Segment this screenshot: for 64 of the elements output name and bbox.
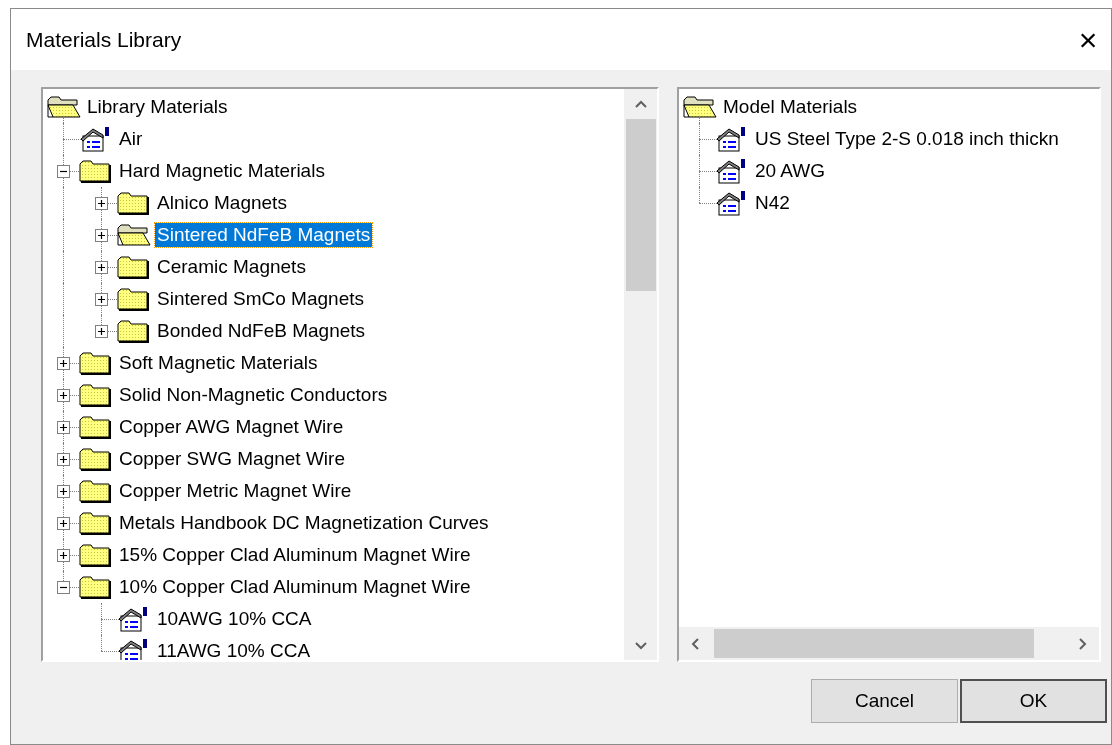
- expand-icon[interactable]: [95, 292, 108, 306]
- tree-item[interactable]: Bonded NdFeB Magnets: [155, 319, 368, 343]
- tree-item[interactable]: Library Materials: [85, 95, 230, 119]
- scroll-up-icon[interactable]: [634, 100, 647, 108]
- folder-icon: [117, 287, 151, 311]
- tree-item[interactable]: 20 AWG: [753, 159, 828, 183]
- tree-item[interactable]: N42: [753, 191, 792, 215]
- expand-icon[interactable]: [57, 516, 70, 530]
- tree-item[interactable]: Copper AWG Magnet Wire: [117, 415, 346, 439]
- tree-item[interactable]: Model Materials: [721, 95, 860, 119]
- scrollbar-thumb[interactable]: [625, 119, 656, 291]
- scrollbar-thumb[interactable]: [714, 629, 1034, 658]
- folder-icon: [79, 383, 113, 407]
- folder-icon: [117, 319, 151, 343]
- folder-icon: [79, 543, 113, 567]
- tree-item[interactable]: US Steel Type 2-S 0.018 inch thickn: [753, 127, 1061, 151]
- vertical-scrollbar[interactable]: [624, 89, 657, 660]
- close-button[interactable]: ×: [1073, 24, 1103, 55]
- scroll-down-icon[interactable]: [634, 642, 647, 650]
- folder-icon: [79, 351, 113, 375]
- expand-icon[interactable]: [95, 228, 108, 242]
- expand-icon[interactable]: [57, 548, 70, 562]
- expand-icon[interactable]: [95, 260, 108, 274]
- expand-icon[interactable]: [57, 388, 70, 402]
- collapse-icon[interactable]: [57, 164, 70, 178]
- folder-icon: [79, 575, 113, 599]
- open-folder-icon: [47, 95, 81, 119]
- horizontal-scrollbar[interactable]: [679, 627, 1099, 660]
- window-title: Materials Library: [26, 26, 182, 53]
- open-folder-icon: [683, 95, 717, 119]
- tree-item[interactable]: 10% Copper Clad Aluminum Magnet Wire: [117, 575, 473, 599]
- tree-item[interactable]: Copper SWG Magnet Wire: [117, 447, 347, 471]
- tree-item[interactable]: Copper Metric Magnet Wire: [117, 479, 354, 503]
- folder-icon: [117, 255, 151, 279]
- scroll-right-icon[interactable]: [1079, 637, 1087, 650]
- tree-item[interactable]: 11AWG 10% CCA: [155, 639, 313, 660]
- tree-item[interactable]: Sintered NdFeB Magnets: [155, 223, 373, 247]
- tree-item[interactable]: Alnico Magnets: [155, 191, 289, 215]
- cancel-button[interactable]: Cancel: [811, 679, 958, 723]
- folder-icon: [79, 447, 113, 471]
- folder-icon: [79, 415, 113, 439]
- folder-icon: [117, 191, 151, 215]
- scroll-left-icon[interactable]: [691, 637, 699, 650]
- expand-icon[interactable]: [95, 196, 108, 210]
- tree-item[interactable]: 10AWG 10% CCA: [155, 607, 314, 631]
- tree-item[interactable]: Soft Magnetic Materials: [117, 351, 320, 375]
- tree-item[interactable]: 15% Copper Clad Aluminum Magnet Wire: [117, 543, 473, 567]
- folder-icon: [79, 511, 113, 535]
- collapse-icon[interactable]: [57, 580, 70, 594]
- tree-item[interactable]: Hard Magnetic Materials: [117, 159, 327, 183]
- ok-button[interactable]: OK: [960, 679, 1107, 723]
- tree-item[interactable]: Air: [117, 127, 145, 151]
- folder-icon: [79, 159, 113, 183]
- folder-icon: [79, 479, 113, 503]
- tree-item[interactable]: Solid Non-Magnetic Conductors: [117, 383, 390, 407]
- expand-icon[interactable]: [57, 452, 70, 466]
- tree-item[interactable]: Sintered SmCo Magnets: [155, 287, 366, 311]
- tree-item[interactable]: Ceramic Magnets: [155, 255, 308, 279]
- expand-icon[interactable]: [95, 324, 108, 338]
- expand-icon[interactable]: [57, 420, 70, 434]
- open-folder-icon: [117, 223, 151, 247]
- expand-icon[interactable]: [57, 356, 70, 370]
- expand-icon[interactable]: [57, 484, 70, 498]
- tree-item[interactable]: Metals Handbook DC Magnetization Curves: [117, 511, 491, 535]
